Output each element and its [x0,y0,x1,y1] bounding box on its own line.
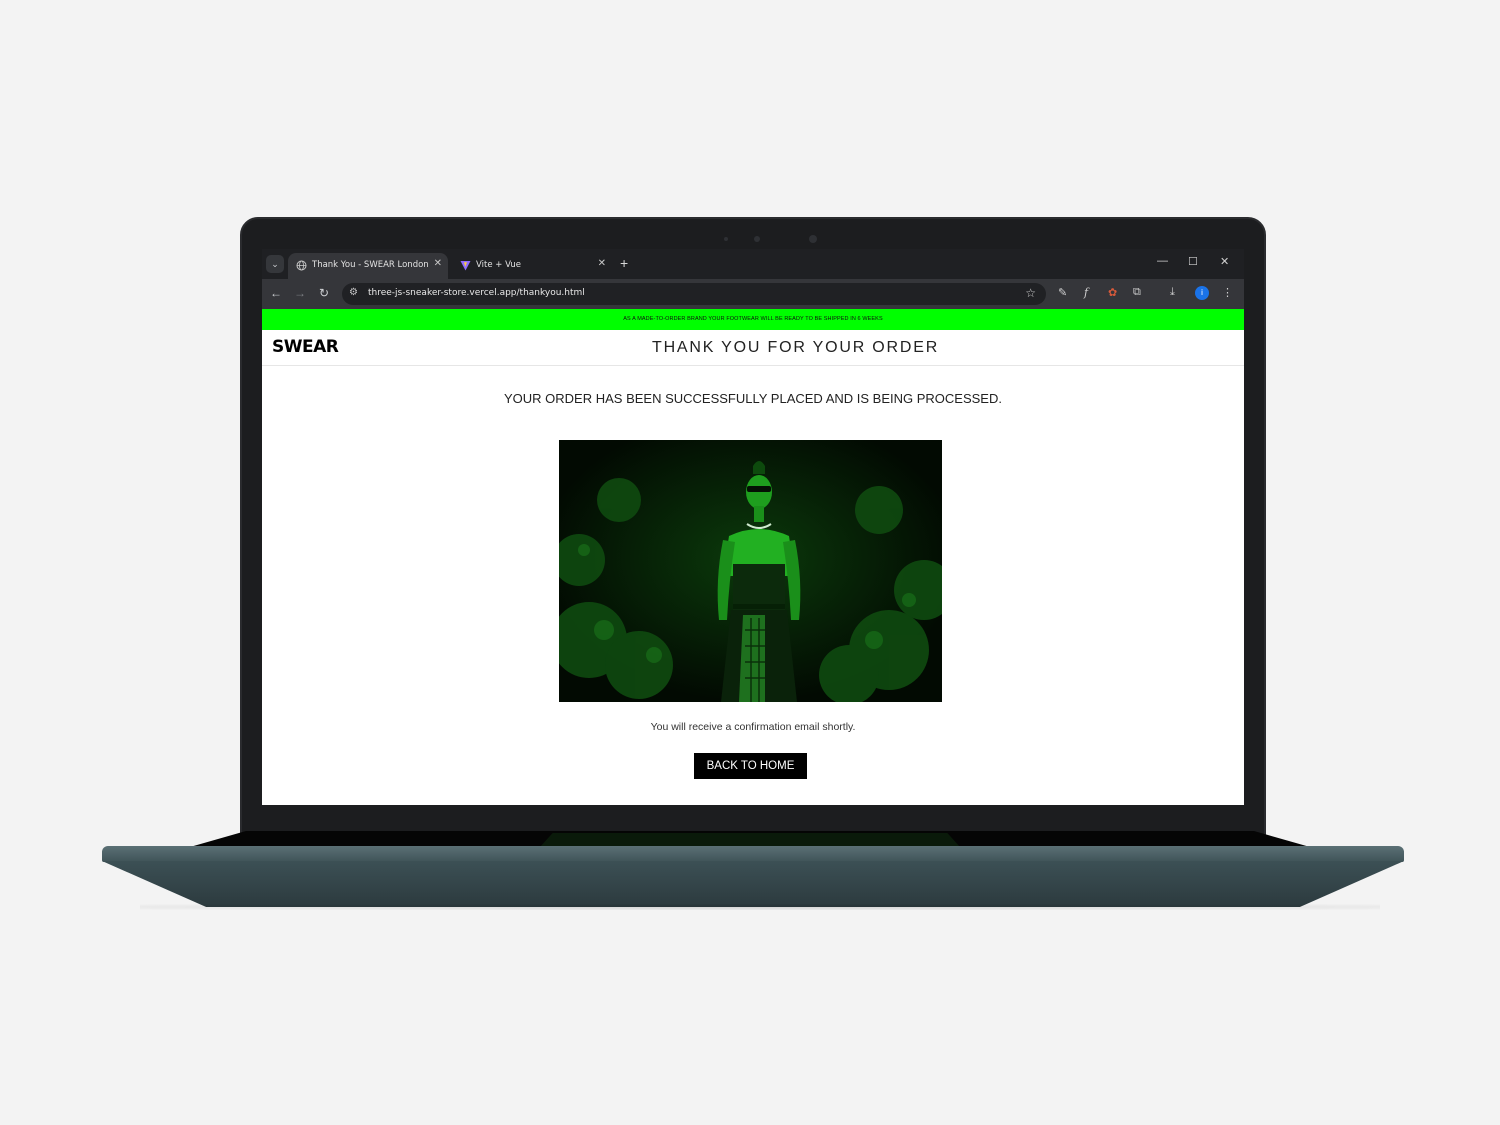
url-text[interactable]: three-js-sneaker-store.vercel.app/thanky… [368,288,585,298]
site-info-icon[interactable]: ⚙ [349,287,358,298]
profile-avatar[interactable]: i [1195,286,1209,300]
site-header: SWEAR THANK YOU FOR YOUR ORDER [262,330,1244,366]
globe-icon [296,260,307,271]
confirmation-text: You will receive a confirmation email sh… [650,721,856,733]
laptop-lid: ⌄ Thank You - SWEAR London ✕ Vite + Vue … [240,217,1266,837]
forward-icon[interactable]: → [294,286,306,300]
screen: ⌄ Thank You - SWEAR London ✕ Vite + Vue … [262,249,1244,805]
close-window-icon[interactable]: ✕ [1220,255,1229,268]
download-icon[interactable]: ⤓ [1170,286,1175,299]
bookmark-star-icon[interactable]: ☆ [1025,286,1036,300]
laptop-base [102,846,1404,862]
hero-image [559,440,942,702]
laptop-shadow [140,904,1380,910]
new-tab-icon[interactable]: + [620,256,628,270]
camera-icon [754,236,760,242]
logo-text: SWEAR [272,337,339,357]
maximize-icon[interactable]: ☐ [1188,255,1198,268]
close-tab-icon[interactable]: ✕ [434,258,442,269]
announcement-bar: AS A MADE-TO-ORDER BRAND YOUR FOOTWEAR W… [262,309,1244,330]
vite-icon [460,260,471,271]
minimize-icon[interactable]: — [1157,255,1168,267]
order-status-message: YOUR ORDER HAS BEEN SUCCESSFULLY PLACED … [504,391,1002,406]
laptop-base-underside [102,861,1404,907]
address-bar[interactable]: ⚙ three-js-sneaker-store.vercel.app/than… [342,283,1046,305]
tab-title: Vite + Vue [476,260,521,270]
back-icon[interactable]: ← [270,286,282,300]
extension-icon[interactable]: ✿ [1108,286,1117,299]
sensor-icon [809,235,817,243]
tab-thank-you[interactable]: Thank You - SWEAR London ✕ [288,253,448,279]
swear-logo[interactable]: SWEAR [272,337,339,357]
page-title: THANK YOU FOR YOUR ORDER [652,339,940,356]
puzzle-icon[interactable]: ⧉ [1133,286,1141,299]
reload-icon[interactable]: ↻ [319,286,329,300]
close-tab-icon[interactable]: ✕ [598,258,606,269]
browser-toolbar: ← → ↻ ⚙ three-js-sneaker-store.vercel.ap… [262,279,1244,309]
pen-icon[interactable]: ✎ [1058,286,1067,299]
menu-icon[interactable]: ⋮ [1222,286,1233,299]
tab-title: Thank You - SWEAR London [312,260,429,270]
back-to-home-button[interactable]: BACK TO HOME [694,753,807,779]
web-page: AS A MADE-TO-ORDER BRAND YOUR FOOTWEAR W… [262,309,1244,805]
tab-vite-vue[interactable]: Vite + Vue ✕ [452,253,612,279]
camera-bar [242,233,1264,247]
tab-search-button[interactable]: ⌄ [266,255,284,273]
font-icon[interactable]: f [1084,286,1088,299]
screen-reflection [540,833,960,847]
sensor-icon [724,237,728,241]
tab-bar: ⌄ Thank You - SWEAR London ✕ Vite + Vue … [262,249,1244,279]
